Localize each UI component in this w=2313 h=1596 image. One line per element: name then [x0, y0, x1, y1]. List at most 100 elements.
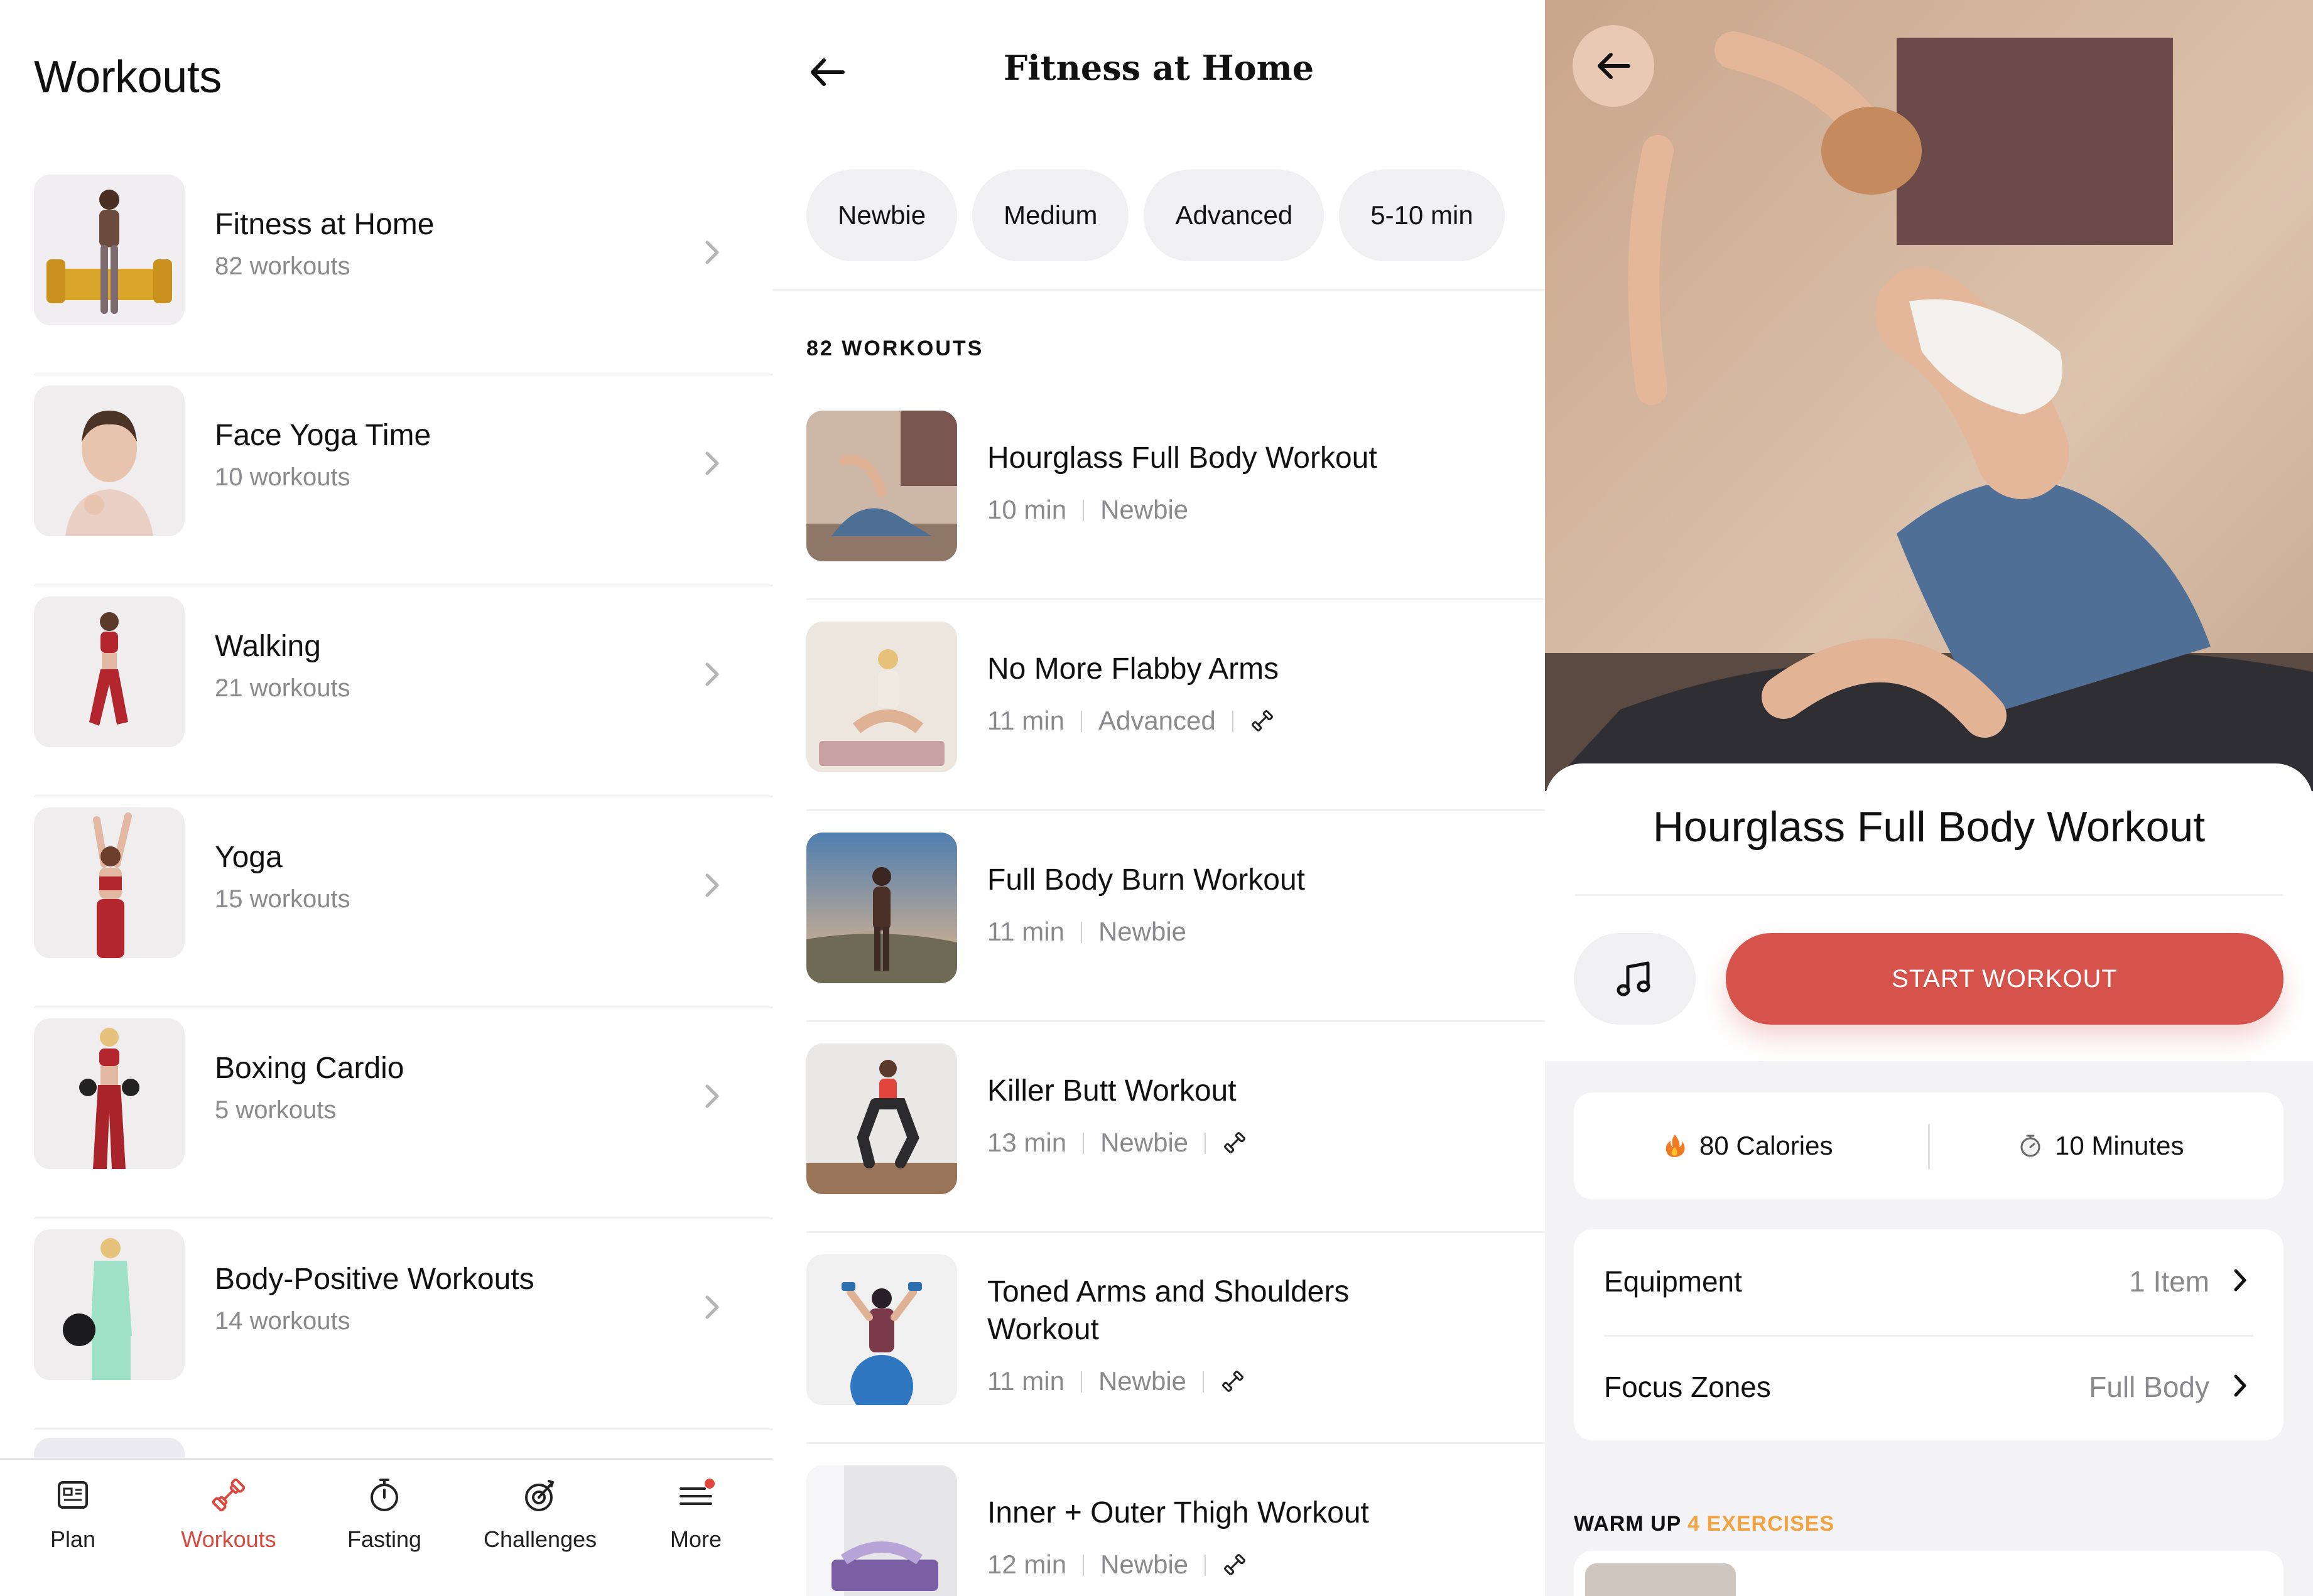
workout-level: Newbie: [1100, 1550, 1189, 1579]
workout-row[interactable]: No More Flabby Arms 11 min Advanced: [806, 600, 1545, 811]
menu-icon: [680, 1479, 715, 1505]
workout-title: Hourglass Full Body Workout: [1652, 803, 2206, 851]
meta-separator: [1205, 1133, 1206, 1154]
workout-duration: 12 min: [987, 1550, 1067, 1579]
meta-separator: [1083, 1133, 1085, 1154]
workout-duration: 11 min: [987, 917, 1064, 946]
category-row[interactable]: Yoga 15 workouts: [34, 797, 772, 1008]
category-list: Fitness at Home 82 workouts Face Yoga Ti…: [34, 164, 772, 1430]
workout-row[interactable]: Full Body Burn Workout 11 min Newbie: [806, 811, 1545, 1022]
category-thumbnail: [34, 596, 185, 747]
meta-separator: [1080, 1371, 1082, 1393]
target-icon: [525, 1480, 555, 1511]
back-button[interactable]: [1573, 25, 1654, 107]
category-row[interactable]: Fitness at Home 82 workouts: [34, 164, 772, 375]
workout-count-label: 82 WORKOUTS: [806, 337, 984, 360]
category-thumbnail: [34, 386, 185, 536]
workout-duration: 13 min: [987, 1128, 1067, 1157]
chevron-right-icon: [705, 1084, 719, 1108]
arrow-left-icon: [1598, 53, 1630, 79]
filter-chip-medium[interactable]: Medium: [972, 170, 1129, 261]
workout-row[interactable]: Inner + Outer Thigh Workout 12 min Newbie: [806, 1444, 1545, 1596]
bottom-tab-bar: Plan Workouts Fasting Challenges More: [0, 1458, 772, 1596]
chevron-right-icon: [705, 873, 719, 897]
title-divider: [1575, 894, 2283, 896]
focus-zones-row[interactable]: Focus Zones Full Body: [1604, 1335, 2253, 1440]
filter-chip-newbie[interactable]: Newbie: [806, 170, 958, 261]
category-thumbnail: [34, 807, 185, 958]
category-name: Yoga: [215, 841, 283, 874]
flame-icon: [1666, 1135, 1685, 1157]
filter-chips: Newbie Medium Advanced 5-10 min: [806, 170, 1545, 261]
meta-separator: [1232, 711, 1233, 732]
category-thumbnail: [34, 1229, 185, 1380]
category-count: 5 workouts: [215, 1096, 337, 1124]
workout-name: No More Flabby Arms: [987, 652, 1279, 686]
workouts-screen: Workouts Fitness at Home 82 workouts Fac…: [0, 0, 772, 1596]
workout-row[interactable]: Toned Arms and Shoulders Workout 11 min N…: [806, 1233, 1545, 1444]
category-thumbnail: [34, 175, 185, 325]
workout-level: Advanced: [1098, 706, 1216, 735]
meta-separator: [1203, 1371, 1205, 1393]
tab-label: Workouts: [181, 1526, 276, 1552]
warmup-label: WARM UP: [1574, 1512, 1681, 1536]
tab-challenges[interactable]: Challenges: [484, 1475, 597, 1582]
equipment-value: 1 Item: [2129, 1265, 2209, 1298]
stat-divider: [1928, 1124, 1930, 1169]
chevron-right-icon: [705, 662, 719, 686]
start-workout-button[interactable]: START WORKOUT: [1726, 933, 2283, 1025]
workout-name: Hourglass Full Body Workout: [987, 441, 1377, 475]
music-note-icon: [1617, 961, 1650, 996]
category-count: 10 workouts: [215, 463, 350, 491]
workout-row[interactable]: Hourglass Full Body Workout 10 min Newbie: [806, 389, 1545, 600]
category-count: 14 workouts: [215, 1307, 350, 1335]
meta-separator: [1083, 500, 1085, 521]
category-name: Fitness at Home: [215, 208, 435, 241]
chevron-right-icon: [705, 1295, 719, 1319]
meta-separator: [1080, 922, 1082, 943]
category-row[interactable]: Body-Positive Workouts 14 workouts: [34, 1219, 772, 1430]
workout-name: Full Body Burn Workout: [987, 863, 1305, 897]
tab-label: Fasting: [347, 1526, 422, 1552]
tab-label: Challenges: [484, 1526, 597, 1552]
tab-fasting[interactable]: Fasting: [328, 1475, 441, 1582]
workout-duration: 11 min: [987, 1366, 1064, 1396]
workout-meta: 12 min Newbie: [987, 1550, 1247, 1580]
stopwatch-icon: [2020, 1135, 2040, 1157]
workout-duration: 11 min: [987, 706, 1064, 735]
filter-chip-advanced[interactable]: Advanced: [1144, 170, 1324, 261]
focus-zones-value: Full Body: [2089, 1371, 2209, 1403]
chevron-right-icon: [2234, 1374, 2246, 1397]
tab-more[interactable]: More: [639, 1475, 752, 1582]
music-button[interactable]: [1574, 933, 1696, 1025]
dumbbell-icon: [1224, 1554, 1246, 1575]
workout-meta: 11 min Advanced: [987, 706, 1275, 736]
equipment-row[interactable]: Equipment 1 Item: [1604, 1229, 2253, 1335]
workout-info-card: Equipment 1 Item Focus Zones Full Body: [1574, 1229, 2283, 1440]
category-row[interactable]: Walking 21 workouts: [34, 586, 772, 797]
tab-label: More: [669, 1526, 722, 1552]
exercise-thumbnail: [1585, 1563, 1736, 1596]
category-row[interactable]: Face Yoga Time 10 workouts: [34, 375, 772, 586]
category-count: 15 workouts: [215, 885, 350, 913]
chevron-right-icon: [705, 240, 719, 264]
category-thumbnail: [34, 1018, 185, 1169]
workout-meta: 13 min Newbie: [987, 1128, 1247, 1158]
workout-thumbnail: [806, 1465, 957, 1596]
dumbbell-icon: [212, 1478, 246, 1512]
duration-stat: 10 Minutes: [2017, 1092, 2184, 1199]
workout-row[interactable]: Killer Butt Workout 13 min Newbie: [806, 1022, 1545, 1233]
workout-hero-image: [1545, 0, 2313, 791]
category-row[interactable]: Boxing Cardio 5 workouts: [34, 1008, 772, 1219]
tab-plan[interactable]: Plan: [16, 1475, 129, 1582]
workout-level: Newbie: [1098, 917, 1187, 946]
workout-name: Inner + Outer Thigh Workout: [987, 1496, 1369, 1529]
filter-chip-duration[interactable]: 5-10 min: [1339, 170, 1505, 261]
equipment-label: Equipment: [1604, 1265, 1742, 1298]
chevron-right-icon: [705, 451, 719, 475]
focus-zones-label: Focus Zones: [1604, 1371, 1771, 1403]
workout-list: Hourglass Full Body Workout 10 min Newbie…: [806, 389, 1545, 1596]
meta-separator: [1205, 1555, 1206, 1576]
exercise-card[interactable]: [1574, 1551, 2283, 1596]
tab-workouts[interactable]: Workouts: [172, 1475, 285, 1582]
